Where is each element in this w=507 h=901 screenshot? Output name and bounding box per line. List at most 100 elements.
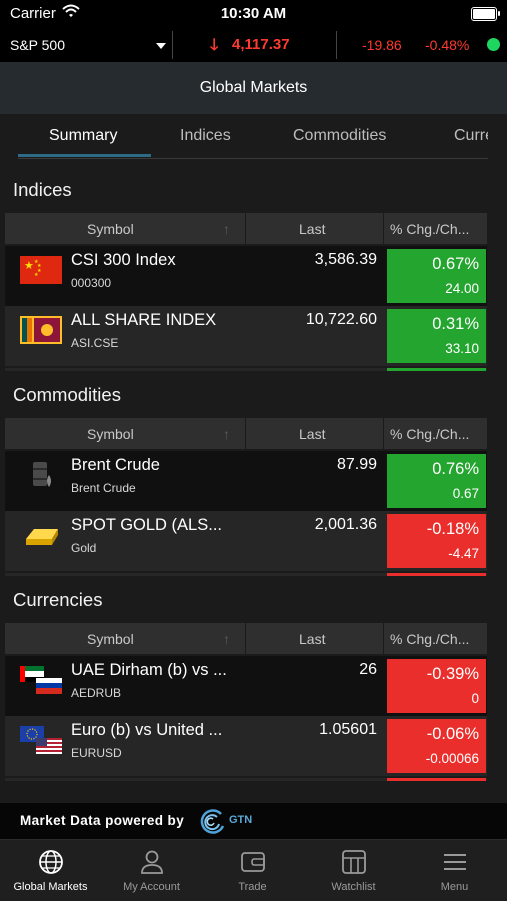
nav-my-account[interactable]: My Account bbox=[101, 840, 202, 901]
divider bbox=[245, 213, 246, 244]
clock: 10:30 AM bbox=[220, 5, 287, 22]
index-ticker: S&P 500 🡓 4,117.37 -19.86 -0.48% bbox=[0, 28, 507, 62]
column-last[interactable]: Last bbox=[299, 631, 325, 647]
column-change[interactable]: % Chg./Ch... bbox=[390, 426, 469, 442]
hamburger-icon bbox=[444, 854, 466, 870]
next-row-peek bbox=[5, 573, 487, 576]
globe-icon bbox=[39, 850, 63, 874]
instrument-code: EURUSD bbox=[71, 746, 122, 760]
nav-trade[interactable]: Trade bbox=[202, 840, 303, 901]
table-row[interactable]: Brent Crude Brent Crude 87.99 0.76% 0.67 bbox=[5, 451, 487, 511]
change-percent: -0.39% bbox=[426, 665, 479, 683]
tab-commodities[interactable]: Commodities bbox=[293, 127, 386, 145]
change-percent: 0.76% bbox=[432, 460, 479, 478]
next-row-peek bbox=[5, 778, 487, 781]
ticker-change-percent: -0.48% bbox=[425, 37, 470, 53]
table-row[interactable]: SPOT GOLD (ALS... Gold 2,001.36 -0.18% -… bbox=[5, 511, 487, 571]
uae-russia-flags-icon bbox=[20, 666, 62, 694]
change-badge-peek bbox=[387, 368, 486, 371]
last-price: 87.99 bbox=[336, 456, 377, 473]
person-icon bbox=[141, 850, 163, 874]
commodities-table: Symbol ↑ Last % Chg./Ch... Brent Crude B… bbox=[5, 418, 487, 578]
divider bbox=[245, 418, 246, 449]
change-percent: -0.18% bbox=[426, 520, 479, 538]
page-title: Global Markets bbox=[199, 79, 308, 96]
svg-text:★: ★ bbox=[34, 272, 39, 278]
section-title-currencies: Currencies bbox=[13, 589, 103, 610]
bottom-nav: Global Markets My Account Trade Watchlis… bbox=[0, 839, 507, 901]
nav-menu[interactable]: Menu bbox=[404, 840, 505, 901]
change-badge: 0.76% 0.67 bbox=[387, 454, 486, 508]
table-row[interactable]: Euro (b) vs United ... EURUSD 1.05601 -0… bbox=[5, 716, 487, 776]
grid-icon bbox=[342, 850, 366, 874]
last-price: 1.05601 bbox=[319, 721, 377, 738]
arrow-down-icon: 🡓 bbox=[210, 37, 219, 54]
section-title-commodities: Commodities bbox=[13, 384, 121, 405]
instrument-code: AEDRUB bbox=[71, 686, 122, 700]
page-header: Global Markets bbox=[0, 62, 507, 114]
last-price: 26 bbox=[359, 661, 377, 678]
instrument-name: Brent Crude bbox=[71, 456, 160, 474]
eu-us-flags-icon bbox=[20, 726, 62, 754]
sort-arrow-icon[interactable]: ↑ bbox=[223, 631, 230, 647]
divider bbox=[383, 418, 384, 449]
table-row[interactable]: ★ ★ ★ ★ ★ CSI 300 Index 000300 3,586.39 … bbox=[5, 246, 487, 306]
svg-text:★: ★ bbox=[24, 259, 34, 272]
powered-by-text: Market Data powered by bbox=[20, 813, 185, 828]
change-percent: 0.31% bbox=[432, 315, 479, 333]
instrument-name: Euro (b) vs United ... bbox=[71, 721, 223, 739]
ticker-symbol-dropdown[interactable]: S&P 500 bbox=[10, 37, 65, 53]
last-price: 3,586.39 bbox=[314, 251, 377, 268]
ticker-price: 4,117.37 bbox=[232, 36, 290, 53]
section-title-indices: Indices bbox=[13, 179, 72, 200]
table-row[interactable]: UAE Dirham (b) vs ... AEDRUB 26 -0.39% 0 bbox=[5, 656, 487, 716]
status-bar: Carrier 10:30 AM bbox=[0, 0, 507, 28]
change-badge: -0.39% 0 bbox=[387, 659, 486, 713]
nav-label: Menu bbox=[440, 881, 469, 893]
instrument-name: UAE Dirham (b) vs ... bbox=[71, 661, 227, 679]
china-flag-icon: ★ ★ ★ ★ ★ bbox=[20, 256, 62, 284]
nav-global-markets[interactable]: Global Markets bbox=[0, 840, 101, 901]
table-row[interactable]: ALL SHARE INDEX ASI.CSE 10,722.60 0.31% … bbox=[5, 306, 487, 366]
nav-label: Global Markets bbox=[13, 881, 88, 893]
table-header: Symbol ↑ Last % Chg./Ch... bbox=[5, 418, 487, 449]
change-badge: -0.18% -4.47 bbox=[387, 514, 486, 568]
nav-watchlist[interactable]: Watchlist bbox=[303, 840, 404, 901]
instrument-code: ASI.CSE bbox=[71, 336, 119, 350]
tab-indices[interactable]: Indices bbox=[180, 127, 231, 145]
sort-arrow-icon[interactable]: ↑ bbox=[223, 426, 230, 442]
tab-bar: Summary Indices Commodities Currencies bbox=[18, 114, 488, 159]
instrument-name: SPOT GOLD (ALS... bbox=[71, 516, 222, 534]
gtn-logo-text: GTN bbox=[229, 814, 253, 826]
divider bbox=[172, 31, 173, 59]
tab-summary[interactable]: Summary bbox=[49, 127, 117, 145]
column-symbol[interactable]: Symbol bbox=[87, 631, 134, 647]
change-badge-peek bbox=[387, 778, 486, 781]
column-last[interactable]: Last bbox=[299, 426, 325, 442]
ticker-change: -19.86 bbox=[362, 37, 402, 53]
change-badge: 0.31% 33.10 bbox=[387, 309, 486, 363]
chevron-down-icon[interactable] bbox=[156, 43, 166, 49]
next-row-peek bbox=[5, 368, 487, 371]
indices-table: Symbol ↑ Last % Chg./Ch... ★ ★ ★ ★ ★ CSI… bbox=[5, 213, 487, 373]
sort-arrow-icon[interactable]: ↑ bbox=[223, 221, 230, 237]
oil-barrel-icon bbox=[33, 462, 51, 487]
tab-currencies[interactable]: Currencies bbox=[454, 127, 488, 145]
instrument-code: 000300 bbox=[71, 276, 112, 290]
column-symbol[interactable]: Symbol bbox=[87, 221, 134, 237]
last-price: 10,722.60 bbox=[305, 311, 377, 328]
currencies-table: Symbol ↑ Last % Chg./Ch... UAE Dirham (b… bbox=[5, 623, 487, 783]
market-status-dot bbox=[487, 38, 500, 51]
column-change[interactable]: % Chg./Ch... bbox=[390, 631, 469, 647]
column-last[interactable]: Last bbox=[299, 221, 325, 237]
table-header: Symbol ↑ Last % Chg./Ch... bbox=[5, 623, 487, 654]
table-header: Symbol ↑ Last % Chg./Ch... bbox=[5, 213, 487, 244]
divider bbox=[336, 31, 337, 59]
column-change[interactable]: % Chg./Ch... bbox=[390, 221, 469, 237]
instrument-code: Gold bbox=[71, 541, 97, 555]
column-symbol[interactable]: Symbol bbox=[87, 426, 134, 442]
change-value: 24.00 bbox=[445, 281, 479, 296]
instrument-name: ALL SHARE INDEX bbox=[71, 311, 217, 329]
change-value: -0.00066 bbox=[425, 751, 479, 766]
change-percent: -0.06% bbox=[426, 725, 479, 743]
